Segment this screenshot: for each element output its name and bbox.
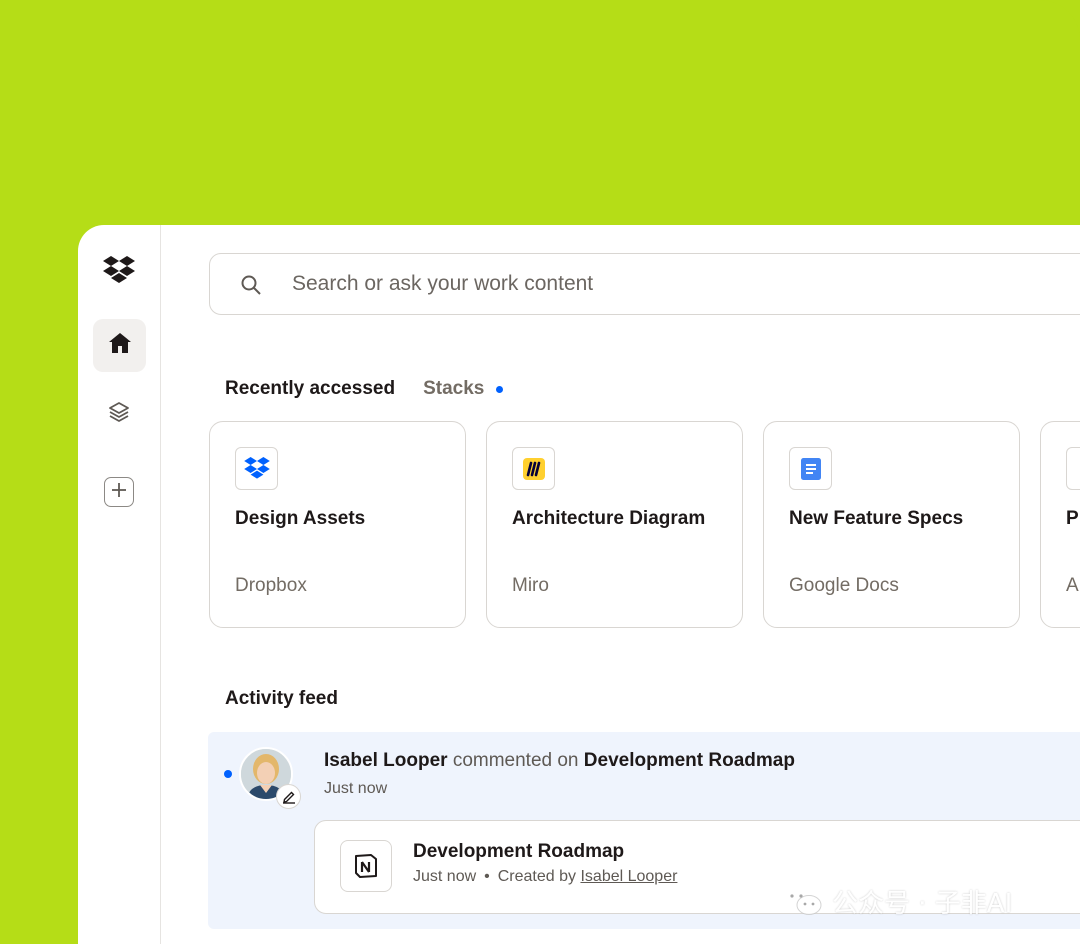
recent-card[interactable]: P A <box>1040 421 1080 628</box>
partial-app-icon <box>1066 447 1080 490</box>
card-title: Design Assets <box>235 508 366 529</box>
sidebar-add-button[interactable] <box>104 477 134 507</box>
search-icon <box>240 274 262 296</box>
search-bar[interactable] <box>209 253 1080 315</box>
edit-pencil-icon <box>276 784 301 809</box>
doc-title[interactable]: Development Roadmap <box>413 841 624 863</box>
activity-user[interactable]: Isabel Looper <box>324 750 448 771</box>
recent-card[interactable]: Design Assets Dropbox <box>209 421 466 628</box>
notion-icon <box>340 840 392 892</box>
watermark: 公众号 · 子非AI <box>782 883 1012 919</box>
google-docs-icon <box>789 447 832 490</box>
doc-meta: Just now • Created by Isabel Looper <box>413 868 677 886</box>
dropbox-logo-icon[interactable] <box>103 256 135 286</box>
home-icon <box>108 332 132 359</box>
card-source: Miro <box>512 575 549 596</box>
wechat-icon <box>782 885 822 917</box>
activity-target[interactable]: Development Roadmap <box>584 750 795 771</box>
meta-separator: • <box>484 868 490 885</box>
recent-card[interactable]: Architecture Diagram Miro <box>486 421 743 628</box>
content-tabs: Recently accessed Stacks <box>225 376 504 402</box>
miro-icon <box>512 447 555 490</box>
search-input[interactable] <box>292 254 1052 313</box>
stacks-notification-dot <box>496 385 504 393</box>
tab-recently-accessed[interactable]: Recently accessed <box>225 378 395 400</box>
tab-stacks[interactable]: Stacks <box>423 378 484 400</box>
activity-description: Isabel Looper commented on Development R… <box>324 750 795 772</box>
created-by-label: Created by <box>497 868 577 885</box>
sidebar <box>78 225 161 944</box>
doc-creator-link[interactable]: Isabel Looper <box>580 868 677 885</box>
plus-icon <box>111 482 127 503</box>
card-source: Dropbox <box>235 575 307 596</box>
card-title: Architecture Diagram <box>512 508 706 529</box>
sidebar-item-stacks[interactable] <box>106 401 132 427</box>
card-source: Google Docs <box>789 575 899 596</box>
sidebar-item-home[interactable] <box>93 319 146 372</box>
recent-card[interactable]: New Feature Specs Google Docs <box>763 421 1020 628</box>
watermark-text: 公众号 · 子非AI <box>832 888 1013 919</box>
app-window: Recently accessed Stacks Design Assets D… <box>78 225 1080 944</box>
card-title: New Feature Specs <box>789 508 964 529</box>
dropbox-icon <box>235 447 278 490</box>
activity-action: commented on <box>452 750 579 771</box>
stacks-layers-icon <box>107 400 131 429</box>
activity-feed-title: Activity feed <box>225 688 338 709</box>
unread-dot <box>224 770 232 778</box>
doc-time: Just now <box>413 868 477 885</box>
activity-time: Just now <box>324 780 388 797</box>
card-source: A <box>1066 575 1079 596</box>
card-title: P <box>1066 508 1079 529</box>
